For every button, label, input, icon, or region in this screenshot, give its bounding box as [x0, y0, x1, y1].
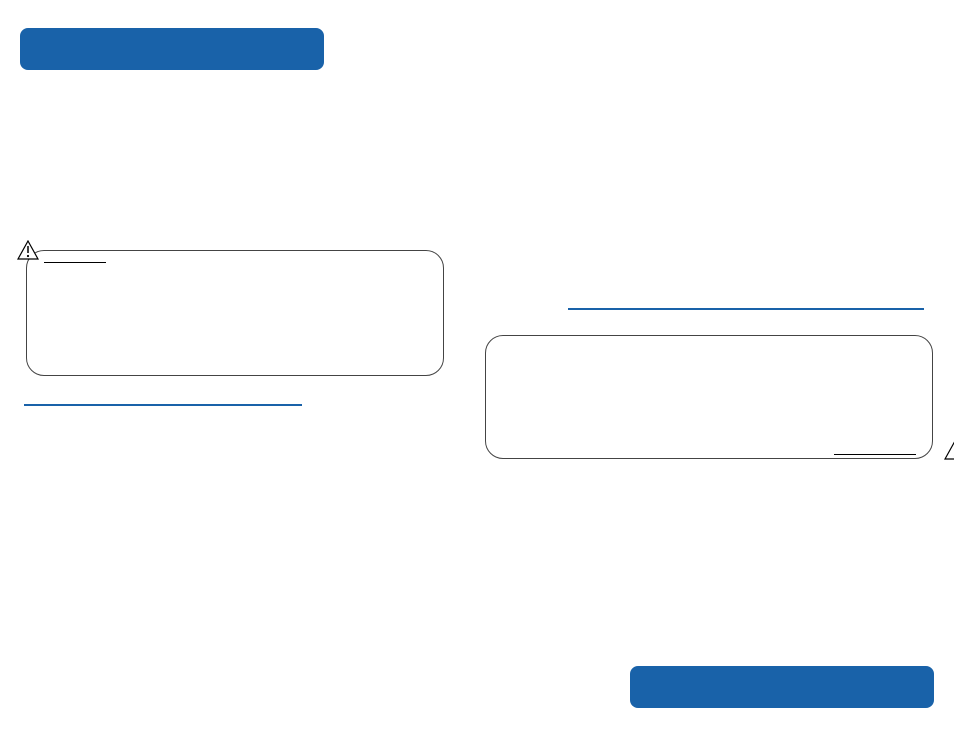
header-badge — [20, 28, 324, 70]
section-rule-right — [568, 308, 924, 310]
warning-label-underline-right — [834, 454, 916, 455]
section-rule-left — [24, 404, 302, 406]
warning-label-underline-left — [44, 262, 106, 263]
callout-box-right — [485, 335, 933, 459]
callout-box-left — [26, 250, 444, 376]
footer-badge — [630, 666, 934, 708]
